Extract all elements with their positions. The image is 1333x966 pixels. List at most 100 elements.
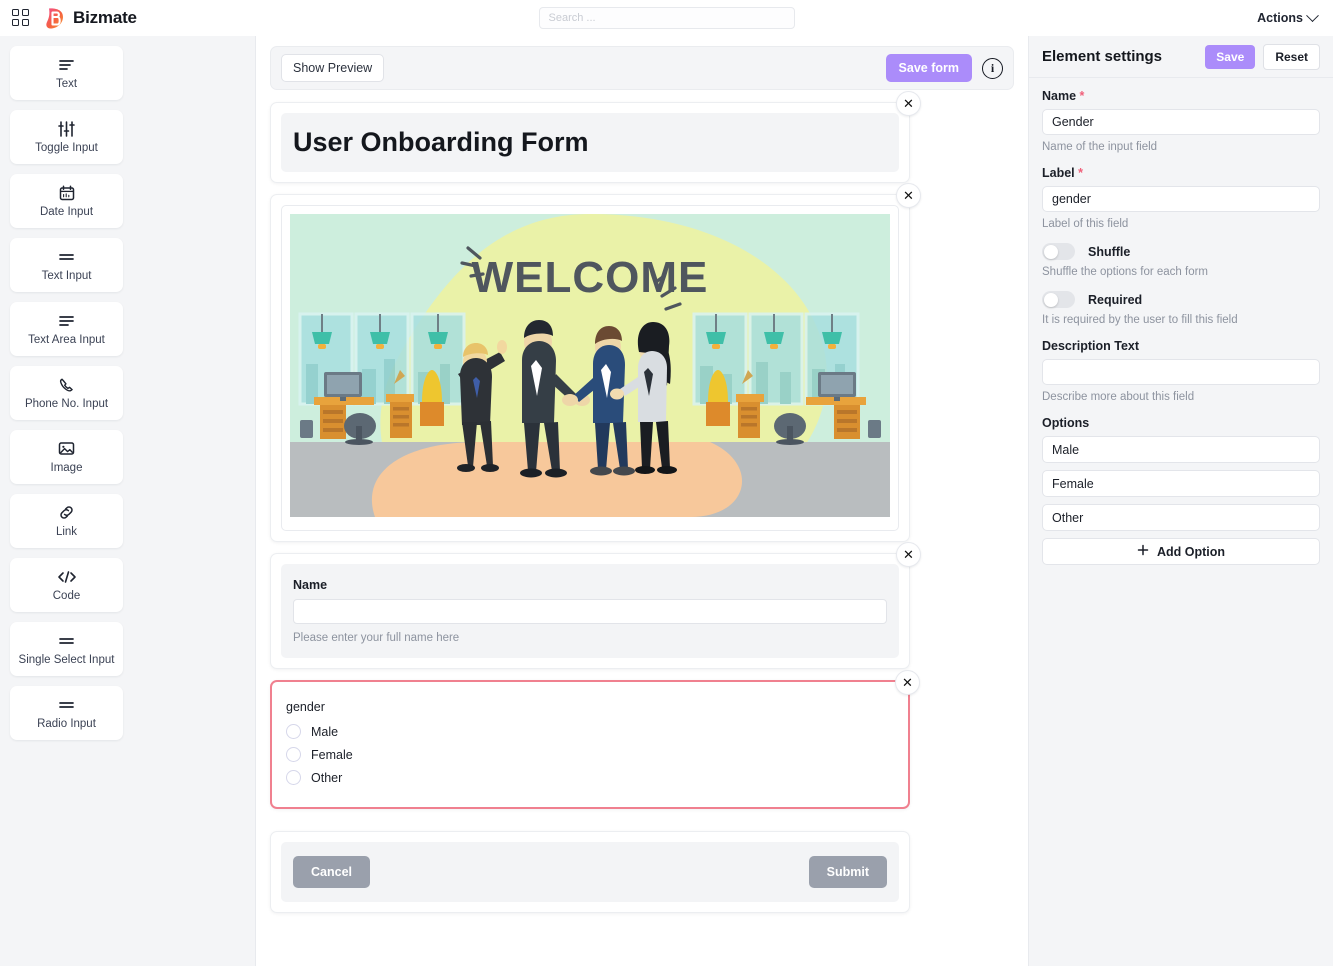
add-option-button[interactable]: Add Option: [1042, 538, 1320, 565]
radio-option-other[interactable]: Other: [286, 770, 894, 785]
phone-icon: [59, 376, 75, 393]
brand-name: Bizmate: [73, 8, 137, 27]
palette-item-phone-no-input[interactable]: Phone No. Input: [10, 366, 123, 420]
form-block-footer: Cancel Submit: [270, 831, 910, 913]
palette-item-label: Code: [52, 590, 81, 602]
name-field-label: Name: [293, 578, 328, 592]
shuffle-help: Shuffle the options for each form: [1042, 266, 1208, 278]
info-circle-icon[interactable]: i: [982, 57, 1003, 79]
required-toggle-label: Required: [1088, 292, 1143, 307]
palette-item-label: Text Input: [41, 270, 92, 282]
show-preview-button[interactable]: Show Preview: [281, 54, 385, 82]
radio-circle-icon: [286, 747, 301, 762]
shuffle-toggle[interactable]: [1042, 243, 1075, 260]
two-lines-icon: [58, 696, 75, 713]
description-setting-label: Description Text: [1042, 339, 1140, 353]
option-input-other[interactable]: [1042, 504, 1320, 531]
radio-option-female[interactable]: Female: [286, 747, 894, 762]
required-toggle-row: Required: [1042, 291, 1320, 308]
form-block-name[interactable]: ✕ Name Please enter your full name here: [270, 542, 921, 669]
text-align-left-icon: [58, 312, 75, 329]
settings-header: Element settings Save Reset: [1029, 36, 1333, 78]
canvas-toolbar: Show Preview Save form i: [270, 46, 1014, 90]
required-asterisk: *: [1079, 89, 1085, 103]
sliders-icon: [58, 120, 75, 137]
palette-item-toggle-input[interactable]: Toggle Input: [10, 110, 123, 164]
option-input-female[interactable]: [1042, 470, 1320, 497]
name-field-input[interactable]: [293, 599, 887, 624]
cancel-button[interactable]: Cancel: [293, 856, 370, 888]
gender-field-label: gender: [286, 700, 325, 714]
palette-item-label: Text: [55, 78, 78, 90]
name-setting-label-text: Name: [1042, 89, 1077, 103]
settings-reset-button[interactable]: Reset: [1263, 43, 1320, 70]
name-setting-label: Name *: [1042, 89, 1320, 103]
toggle-knob: [1043, 244, 1058, 259]
search-container: [538, 7, 795, 29]
required-help: It is required by the user to fill this …: [1042, 314, 1238, 326]
palette-item-link[interactable]: Link: [10, 494, 123, 548]
close-icon[interactable]: ✕: [895, 670, 920, 695]
text-lines-icon: [58, 56, 75, 73]
close-icon[interactable]: ✕: [896, 91, 921, 116]
option-input-male[interactable]: [1042, 436, 1320, 463]
footer-inner: Cancel Submit: [281, 842, 899, 902]
radio-option-label: Female: [311, 747, 353, 762]
label-setting-label-text: Label: [1042, 166, 1075, 180]
label-setting-input[interactable]: [1042, 186, 1320, 212]
shuffle-toggle-row: Shuffle: [1042, 243, 1320, 260]
palette-item-text[interactable]: Text: [10, 46, 123, 100]
form-block-title[interactable]: ✕ User Onboarding Form: [270, 91, 921, 183]
form-block-gender[interactable]: ✕ gender Male Female Other: [270, 670, 920, 809]
two-lines-icon: [58, 632, 75, 649]
add-option-label: Add Option: [1156, 544, 1226, 559]
submit-button[interactable]: Submit: [808, 856, 887, 888]
apps-grid-icon[interactable]: [12, 9, 30, 27]
palette-item-code[interactable]: Code: [10, 558, 123, 612]
palette-item-single-select-input[interactable]: Single Select Input: [10, 622, 123, 676]
settings-body: Name * Name of the input field Label * L…: [1029, 78, 1333, 576]
options-setting-label: Options: [1042, 416, 1090, 430]
name-field-help: Please enter your full name here: [293, 632, 460, 644]
close-icon[interactable]: ✕: [896, 183, 921, 208]
code-icon: [57, 568, 77, 585]
svg-text:WELCOME: WELCOME: [472, 253, 709, 302]
search-input[interactable]: [538, 7, 795, 29]
palette-item-label: Single Select Input: [18, 654, 115, 666]
palette-item-image[interactable]: Image: [10, 430, 123, 484]
gender-inner: gender Male Female Other: [282, 692, 898, 797]
image-icon: [58, 440, 75, 457]
brand-logo-link[interactable]: Bizmate: [44, 7, 137, 30]
palette-item-text-input[interactable]: Text Input: [10, 238, 123, 292]
plus-icon: [1137, 544, 1149, 559]
radio-option-male[interactable]: Male: [286, 724, 894, 739]
settings-save-button[interactable]: Save: [1205, 44, 1256, 69]
required-asterisk: *: [1078, 166, 1084, 180]
calendar-icon: [59, 184, 75, 201]
settings-title: Element settings: [1042, 48, 1163, 65]
two-lines-icon: [58, 248, 75, 265]
radio-circle-icon: [286, 770, 301, 785]
app-root: Bizmate Actions Text Toggle Input: [0, 0, 1333, 966]
radio-option-label: Other: [311, 770, 343, 785]
name-setting-input[interactable]: [1042, 109, 1320, 135]
main-body: Text Toggle Input Date Input Text Input: [0, 36, 1333, 966]
required-toggle[interactable]: [1042, 291, 1075, 308]
page-title: User Onboarding Form: [293, 127, 589, 157]
palette-item-date-input[interactable]: Date Input: [10, 174, 123, 228]
palette-item-text-area-input[interactable]: Text Area Input: [10, 302, 123, 356]
actions-menu-button[interactable]: Actions: [1257, 8, 1321, 25]
palette-item-label: Toggle Input: [35, 142, 98, 154]
form-canvas: Show Preview Save form i ✕ User Onboardi…: [256, 36, 1028, 966]
form-block-image[interactable]: ✕ WELCOME: [270, 183, 921, 542]
chevron-down-icon: [1306, 8, 1319, 22]
description-setting-help: Describe more about this field: [1042, 391, 1195, 403]
palette-item-radio-input[interactable]: Radio Input: [10, 686, 123, 740]
label-setting-label: Label *: [1042, 166, 1320, 180]
description-setting-input[interactable]: [1042, 359, 1320, 385]
save-form-button[interactable]: Save form: [885, 54, 972, 82]
close-icon[interactable]: ✕: [896, 542, 921, 567]
image-inner: WELCOME: [281, 205, 899, 531]
palette-item-label: Text Area Input: [28, 334, 105, 346]
label-setting-help: Label of this field: [1042, 218, 1129, 230]
